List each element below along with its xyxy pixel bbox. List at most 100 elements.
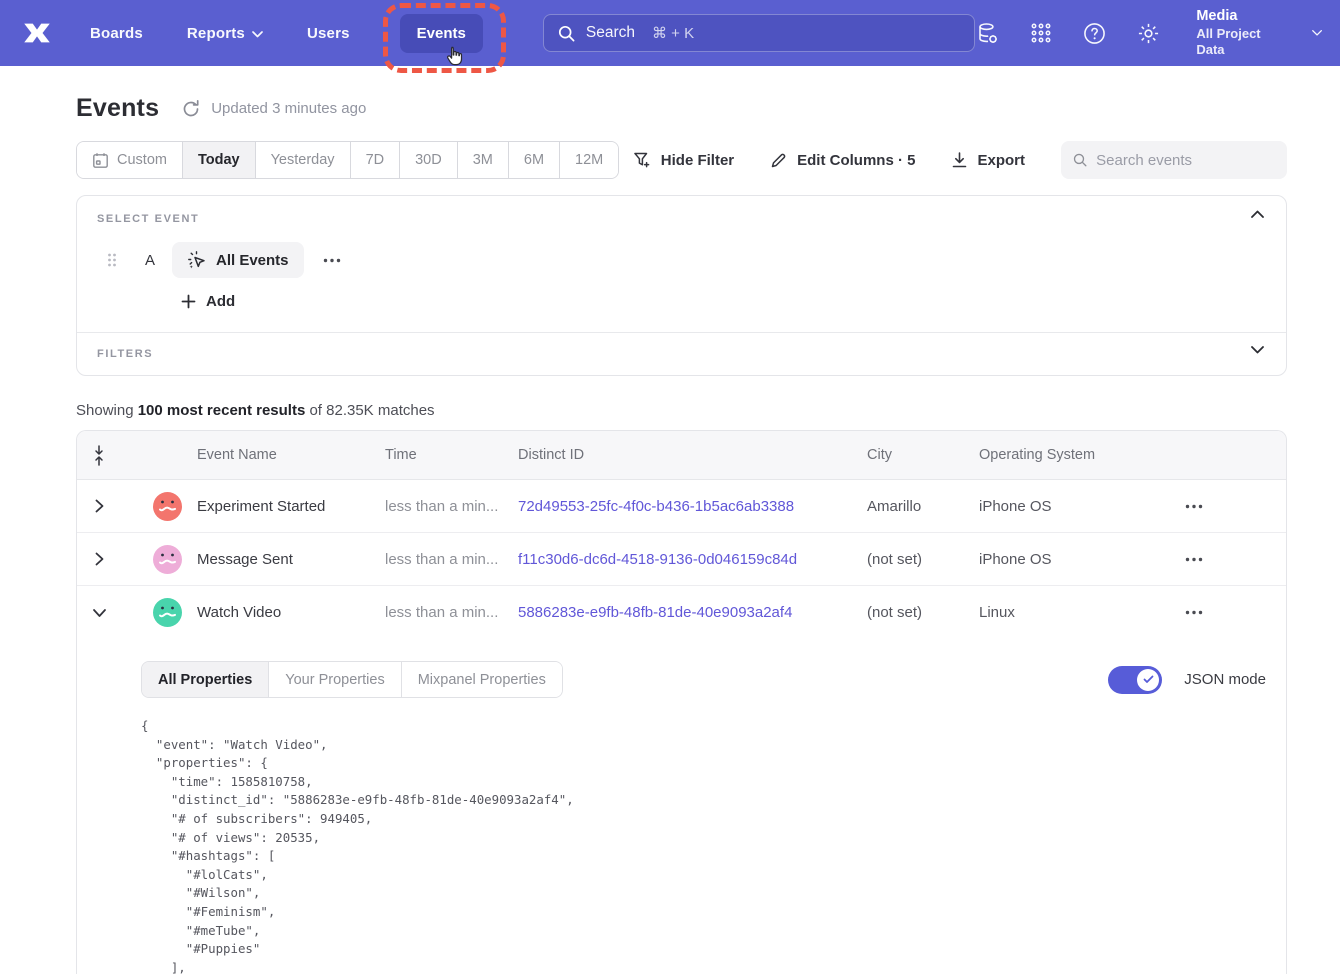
properties-tab[interactable]: All Properties	[142, 662, 269, 697]
row-more-options-icon[interactable]	[1185, 610, 1203, 615]
search-shortcut: ⌘ + K	[652, 24, 694, 42]
pencil-icon	[770, 151, 788, 169]
apps-grid-icon[interactable]	[1029, 21, 1053, 46]
table-header-row: Event Name Time Distinct ID City Operati…	[77, 431, 1286, 480]
event-row: A All Events	[97, 242, 1266, 278]
nav-item-events-wrap: Events	[400, 14, 483, 53]
search-events-input[interactable]	[1096, 152, 1275, 169]
properties-tab[interactable]: Mixpanel Properties	[402, 662, 562, 697]
detail-header: All Properties Your Properties Mixpanel …	[141, 661, 1266, 698]
date-range-segment[interactable]: 6M	[509, 142, 560, 178]
title-row: Events Updated 3 minutes ago	[76, 94, 1287, 123]
help-icon[interactable]	[1082, 21, 1107, 46]
event-avatar	[153, 598, 182, 627]
column-header-event-name[interactable]: Event Name	[197, 447, 385, 463]
primary-nav: Boards Reports Users	[90, 25, 394, 42]
page-title: Events	[76, 94, 159, 123]
nav-item[interactable]: Users	[307, 25, 350, 42]
main-content: Events Updated 3 minutes ago Custom Toda…	[0, 94, 1340, 974]
table-row[interactable]: Message Sent less than a min... f11c30d6…	[77, 533, 1286, 586]
row-detail-panel: All Properties Your Properties Mixpanel …	[77, 639, 1286, 974]
event-name-cell: Experiment Started	[197, 498, 385, 515]
expand-chevron-down-icon[interactable]	[1251, 346, 1264, 354]
event-more-options-icon[interactable]	[323, 258, 341, 263]
settings-gear-icon[interactable]	[1136, 21, 1161, 46]
date-range-segment[interactable]: 3M	[458, 142, 509, 178]
column-header-distinct-id[interactable]: Distinct ID	[518, 447, 867, 463]
event-avatar	[153, 492, 182, 521]
city-cell: (not set)	[867, 604, 979, 621]
table-row[interactable]: Watch Video less than a min... 5886283e-…	[77, 586, 1286, 639]
hide-filter-button[interactable]: Hide Filter	[633, 151, 734, 170]
date-range-segment[interactable]: Today	[183, 142, 256, 178]
distinct-id-link[interactable]: f11c30d6-dc6d-4518-9136-0d046159c84d	[518, 551, 867, 568]
event-name-cell: Watch Video	[197, 604, 385, 621]
date-range-segment[interactable]: 12M	[560, 142, 618, 178]
properties-tabs: All Properties Your Properties Mixpanel …	[141, 661, 563, 698]
distinct-id-link[interactable]: 5886283e-e9fb-48fb-81de-40e9093a2af4	[518, 604, 867, 621]
drag-handle-icon[interactable]	[106, 252, 118, 268]
date-range-segment[interactable]: Custom	[77, 142, 183, 178]
nav-item[interactable]: Reports	[187, 25, 263, 42]
edit-columns-button[interactable]: Edit Columns · 5	[770, 151, 915, 169]
json-mode-control: JSON mode	[1108, 666, 1266, 694]
project-selector[interactable]: Media All Project Data	[1196, 7, 1271, 60]
date-range-segment[interactable]: 7D	[351, 142, 401, 178]
os-cell: Linux	[979, 604, 1139, 621]
event-cursor-spark-icon	[187, 250, 207, 270]
nav-item-events[interactable]: Events	[400, 14, 483, 53]
properties-tab[interactable]: Your Properties	[269, 662, 401, 697]
date-range-control: Custom Today Yesterday 7D	[76, 141, 619, 179]
date-range-segment[interactable]: 30D	[400, 142, 458, 178]
distinct-id-link[interactable]: 72d49553-25fc-4f0c-b436-1b5ac6ab3388	[518, 498, 867, 515]
all-events-chip[interactable]: All Events	[172, 242, 304, 278]
search-icon	[1073, 152, 1087, 168]
query-builder-card: SELECT EVENT A All Events Add	[76, 195, 1287, 376]
avatar-face-icon	[153, 545, 182, 574]
column-header-city[interactable]: City	[867, 447, 979, 463]
toggle-knob	[1137, 669, 1159, 691]
check-icon	[1143, 675, 1154, 684]
search-events-box[interactable]	[1061, 141, 1287, 179]
filters-section[interactable]: FILTERS	[77, 333, 1286, 375]
table-body: Experiment Started less than a min... 72…	[77, 480, 1286, 639]
funnel-plus-icon	[633, 151, 652, 170]
project-chevron-down-icon[interactable]	[1312, 29, 1322, 37]
select-event-section: SELECT EVENT A All Events Add	[77, 196, 1286, 332]
row-more-options-icon[interactable]	[1185, 504, 1203, 509]
json-mode-toggle[interactable]	[1108, 666, 1162, 694]
global-search-input[interactable]: Search ⌘ + K	[543, 14, 975, 52]
os-cell: iPhone OS	[979, 551, 1139, 568]
events-table: Event Name Time Distinct ID City Operati…	[76, 430, 1287, 974]
search-label: Search	[586, 24, 635, 42]
avatar-face-icon	[153, 598, 182, 627]
row-more-options-icon[interactable]	[1185, 557, 1203, 562]
json-mode-label: JSON mode	[1184, 671, 1266, 688]
download-icon	[951, 151, 968, 169]
time-cell: less than a min...	[385, 551, 518, 568]
column-header-os[interactable]: Operating System	[979, 447, 1139, 463]
controls-row: Custom Today Yesterday 7D	[76, 141, 1287, 179]
navbar-right-group: Media All Project Data	[975, 7, 1322, 60]
column-header-time[interactable]: Time	[385, 447, 518, 463]
nav-item[interactable]: Boards	[90, 25, 143, 42]
data-management-icon[interactable]	[975, 21, 1000, 46]
row-expander-chevron-icon[interactable]	[95, 552, 104, 566]
event-json-view: { "event": "Watch Video", "properties": …	[141, 717, 1266, 974]
refresh-icon[interactable]	[181, 99, 201, 119]
add-event-button[interactable]: Add	[181, 293, 235, 310]
project-scope: All Project Data	[1196, 26, 1271, 60]
row-expander-chevron-icon[interactable]	[95, 606, 104, 620]
sort-expand-icon[interactable]	[93, 445, 105, 466]
select-event-heading: SELECT EVENT	[97, 213, 1266, 225]
project-name: Media	[1196, 7, 1271, 26]
top-navbar: Boards Reports Users Events Search ⌘ + K	[0, 0, 1340, 66]
collapse-chevron-up-icon[interactable]	[1251, 210, 1264, 218]
table-row[interactable]: Experiment Started less than a min... 72…	[77, 480, 1286, 533]
mixpanel-logo-icon[interactable]	[20, 16, 54, 50]
export-button[interactable]: Export	[951, 151, 1025, 169]
date-range-segment[interactable]: Yesterday	[256, 142, 351, 178]
time-cell: less than a min...	[385, 498, 518, 515]
table-tools: Hide Filter Edit Columns · 5 Export	[633, 141, 1287, 179]
row-expander-chevron-icon[interactable]	[95, 499, 104, 513]
